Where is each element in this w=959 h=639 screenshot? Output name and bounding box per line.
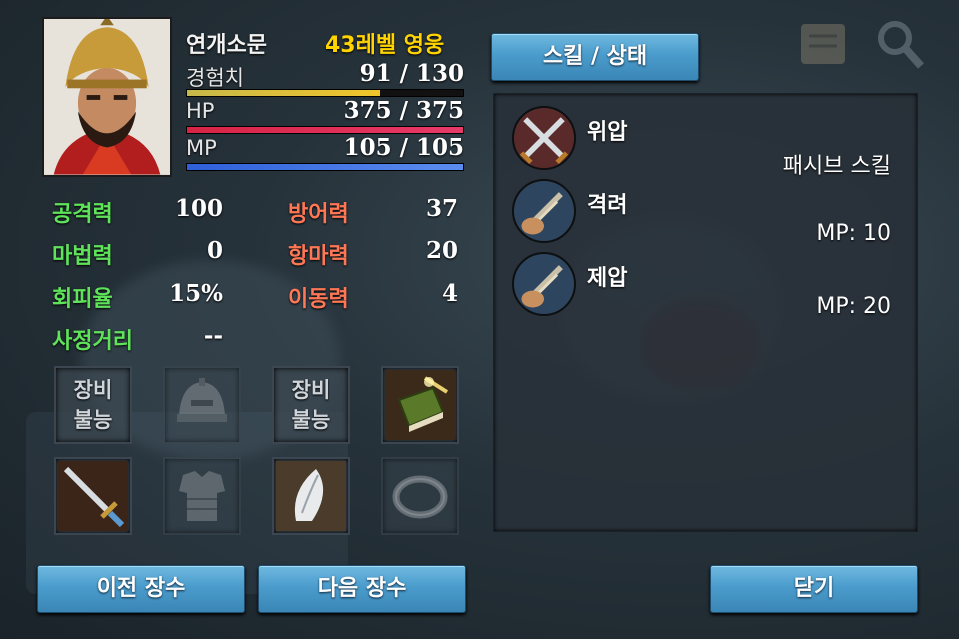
next-general-button[interactable]: 다음 장수 (258, 565, 466, 613)
feather-icon (276, 461, 346, 531)
ring-icon (392, 475, 448, 519)
movement-label: 이동력 (288, 287, 349, 312)
equip-slot-ring[interactable] (381, 457, 459, 535)
mp-label: MP (186, 136, 217, 160)
equip-slot-unusable-1[interactable]: 장비불능 (54, 366, 132, 444)
sword-icon (58, 461, 128, 531)
magnifier-icon (878, 21, 924, 69)
unusable-label-line1: 장비 (291, 378, 331, 402)
general-portrait-icon (44, 19, 170, 175)
skill-row[interactable]: 격려 MP: 10 (494, 171, 917, 246)
exp-bar (186, 89, 464, 97)
unusable-label: 장비불능 (63, 375, 123, 435)
magic-resist-value: 20 (425, 237, 458, 264)
mp-bar (186, 163, 464, 171)
skill-info: MP: 20 (816, 294, 891, 319)
hp-value: 375 / 375 (343, 97, 464, 124)
skill-name: 위압 (587, 120, 628, 145)
equip-slot-helmet[interactable] (163, 366, 241, 444)
equip-slot-feather[interactable] (272, 457, 350, 535)
prev-general-button[interactable]: 이전 장수 (37, 565, 245, 613)
unusable-label-line1: 장비 (73, 378, 113, 402)
exp-label: 경험치 (186, 66, 244, 90)
background-menu-icons (781, 8, 941, 98)
magic-resist-label: 항마력 (288, 244, 349, 269)
skill-name: 격려 (587, 193, 628, 218)
hp-bar (186, 126, 464, 134)
unusable-label-line2: 불능 (291, 408, 331, 432)
attack-label: 공격력 (52, 202, 113, 227)
mp-bar-fill (187, 164, 463, 170)
hp-bar-fill (187, 127, 463, 133)
hero-portrait (42, 17, 172, 177)
book-icon (385, 370, 455, 440)
crossed-swords-icon (512, 106, 576, 170)
helmet-icon (177, 378, 227, 422)
hero-level: 43레벨 영웅 (325, 33, 445, 58)
skill-info: MP: 10 (816, 221, 891, 246)
movement-value: 4 (441, 280, 458, 307)
exp-bar-fill (187, 90, 381, 96)
sword-hand-icon (512, 179, 576, 243)
skill-list-panel: 위압 패시브 스킬 격려 MP: 10 제압 MP: 20 (493, 93, 918, 532)
equip-slot-sword[interactable] (54, 457, 132, 535)
equip-slot-armor[interactable] (163, 457, 241, 535)
skill-row[interactable]: 위압 패시브 스킬 (494, 98, 917, 179)
skill-row[interactable]: 제압 MP: 20 (494, 244, 917, 319)
mp-value: 105 / 105 (343, 134, 464, 161)
equip-slot-book[interactable] (381, 366, 459, 444)
defense-value: 37 (425, 195, 458, 222)
exp-value: 91 / 130 (359, 60, 464, 87)
defense-label: 방어력 (288, 202, 349, 227)
hero-name: 연개소문 (186, 33, 267, 58)
hp-label: HP (186, 99, 215, 123)
evasion-value: 15% (169, 280, 223, 307)
magic-label: 마법력 (52, 244, 113, 269)
range-value: -- (203, 322, 223, 349)
close-button[interactable]: 닫기 (710, 565, 918, 613)
armor-icon (179, 471, 225, 521)
skill-status-tab[interactable]: 스킬 / 상태 (491, 33, 699, 81)
equip-slot-unusable-2[interactable]: 장비불능 (272, 366, 350, 444)
evasion-label: 회피율 (52, 287, 113, 312)
skill-name: 제압 (587, 266, 628, 291)
scroll-icon (801, 24, 845, 64)
sword-hand-icon (512, 252, 576, 316)
range-label: 사정거리 (52, 329, 133, 354)
attack-value: 100 (174, 195, 223, 222)
unusable-label-line2: 불능 (73, 408, 113, 432)
magic-value: 0 (206, 237, 223, 264)
unusable-label: 장비불능 (281, 375, 341, 435)
